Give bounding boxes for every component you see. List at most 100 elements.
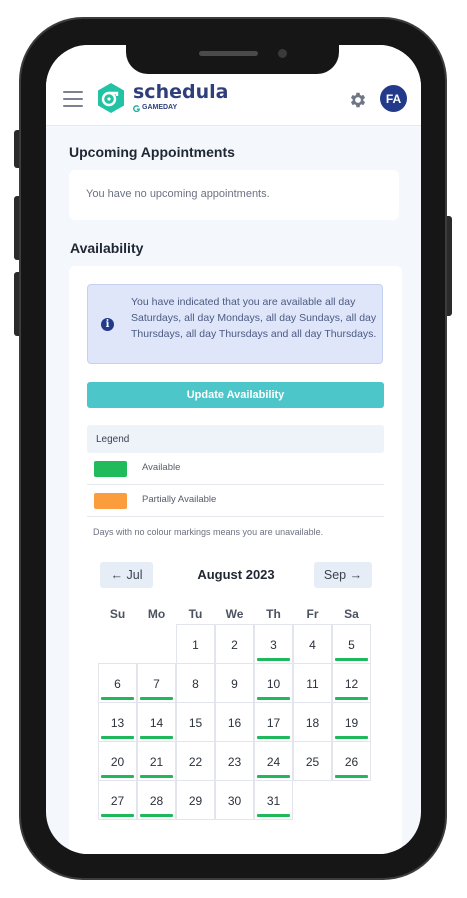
calendar-day-number: 11 (306, 677, 319, 691)
availability-marker (140, 697, 173, 700)
calendar-day[interactable]: 23 (215, 741, 254, 781)
availability-marker (257, 736, 290, 739)
calendar-day[interactable]: 16 (215, 702, 254, 742)
phone-screen: schedula GAMEDAY FA Upcoming Appointment… (46, 45, 421, 854)
calendar-day-number: 25 (305, 755, 320, 769)
calendar-day[interactable]: 6 (98, 663, 137, 703)
legend-item-available: Available (87, 454, 384, 485)
weekday-label: Th (266, 607, 281, 621)
prev-month-button[interactable]: ← Jul (100, 562, 153, 588)
upcoming-card: You have no upcoming appointments. (69, 170, 399, 220)
calendar-day[interactable]: 10 (254, 663, 293, 703)
availability-info-alert: i You have indicated that you are availa… (87, 284, 383, 364)
menu-icon[interactable] (63, 91, 83, 107)
calendar-day[interactable]: 17 (254, 702, 293, 742)
calendar-day-number: 7 (153, 677, 160, 691)
upcoming-title: Upcoming Appointments (69, 144, 235, 160)
brand-subtitle: GAMEDAY (133, 104, 177, 112)
availability-marker (140, 775, 173, 778)
calendar-day[interactable]: 27 (98, 780, 137, 820)
availability-marker (257, 775, 290, 778)
legend-label-available: Available (142, 462, 181, 473)
calendar-day[interactable]: 3 (254, 624, 293, 664)
availability-info-text: You have indicated that you are availabl… (131, 296, 377, 340)
calendar-day[interactable]: 28 (137, 780, 176, 820)
speaker-grille (199, 51, 258, 56)
calendar-day[interactable]: 18 (293, 702, 332, 742)
calendar-day-number: 26 (344, 755, 359, 769)
availability-marker (257, 814, 290, 817)
avatar[interactable]: FA (380, 85, 407, 112)
calendar-day-number: 21 (149, 755, 164, 769)
calendar-day-number: 29 (188, 794, 203, 808)
gameday-icon (133, 104, 140, 112)
calendar-day-number: 10 (266, 677, 281, 691)
calendar-day[interactable]: 21 (137, 741, 176, 781)
calendar-day[interactable]: 29 (176, 780, 215, 820)
schedula-logo-icon (98, 83, 124, 113)
calendar-day[interactable]: 13 (98, 702, 137, 742)
unavailable-note: Days with no colour markings means you a… (93, 527, 324, 537)
calendar-day[interactable]: 1 (176, 624, 215, 664)
weekday-label: Mo (147, 607, 166, 621)
update-availability-button[interactable]: Update Availability (87, 382, 384, 408)
calendar-day-number: 5 (348, 638, 355, 652)
calendar-day-number: 20 (110, 755, 125, 769)
weekday-label: Sa (344, 607, 359, 621)
calendar-day-number: 19 (344, 716, 359, 730)
availability-marker (101, 697, 134, 700)
calendar-day[interactable]: 25 (293, 741, 332, 781)
calendar-day-number: 15 (188, 716, 203, 730)
calendar-day[interactable]: 26 (332, 741, 371, 781)
availability-title: Availability (70, 240, 144, 256)
calendar-day-number: 6 (114, 677, 121, 691)
calendar-day[interactable]: 15 (176, 702, 215, 742)
calendar-day-number: 23 (227, 755, 242, 769)
calendar-day[interactable]: 12 (332, 663, 371, 703)
calendar-day-number: 13 (110, 716, 125, 730)
calendar-day-number: 31 (266, 794, 281, 808)
calendar-day[interactable]: 5 (332, 624, 371, 664)
calendar-day-number: 1 (192, 638, 199, 652)
calendar-day-number: 22 (188, 755, 203, 769)
month-title: August 2023 (197, 567, 275, 582)
calendar-day[interactable]: 7 (137, 663, 176, 703)
next-month-button[interactable]: Sep → (314, 562, 372, 588)
info-icon: i (101, 318, 114, 331)
weekday-label: We (225, 607, 244, 621)
calendar-day-number: 2 (231, 638, 238, 652)
calendar-day-number: 27 (110, 794, 125, 808)
calendar-day-number: 16 (227, 716, 242, 730)
calendar-day[interactable]: 11 (293, 663, 332, 703)
legend-item-partial: Partially Available (87, 486, 384, 517)
weekday-label: Su (109, 607, 126, 621)
calendar-day[interactable]: 9 (215, 663, 254, 703)
calendar-day[interactable]: 4 (293, 624, 332, 664)
calendar-day-number: 8 (192, 677, 199, 691)
calendar-day-number: 14 (149, 716, 164, 730)
calendar-day-number: 24 (266, 755, 281, 769)
calendar-day-number: 18 (305, 716, 320, 730)
calendar-day-number: 9 (231, 677, 238, 691)
availability-marker (335, 697, 368, 700)
calendar-day[interactable]: 2 (215, 624, 254, 664)
calendar-day[interactable]: 22 (176, 741, 215, 781)
front-camera (278, 49, 287, 58)
calendar-day[interactable]: 31 (254, 780, 293, 820)
legend-label-partial: Partially Available (142, 494, 217, 505)
availability-marker (101, 736, 134, 739)
gear-icon[interactable] (348, 90, 368, 110)
calendar-day[interactable]: 8 (176, 663, 215, 703)
availability-marker (335, 775, 368, 778)
weekday-label: Tu (188, 607, 203, 621)
phone-notch (126, 45, 339, 74)
calendar-day[interactable]: 14 (137, 702, 176, 742)
legend-swatch-partial (94, 493, 127, 509)
calendar-day[interactable]: 30 (215, 780, 254, 820)
calendar-day[interactable]: 24 (254, 741, 293, 781)
calendar-day[interactable]: 19 (332, 702, 371, 742)
calendar-day-number: 17 (266, 716, 281, 730)
calendar-day-number: 12 (344, 677, 359, 691)
calendar-day-number: 3 (270, 638, 277, 652)
calendar-day[interactable]: 20 (98, 741, 137, 781)
